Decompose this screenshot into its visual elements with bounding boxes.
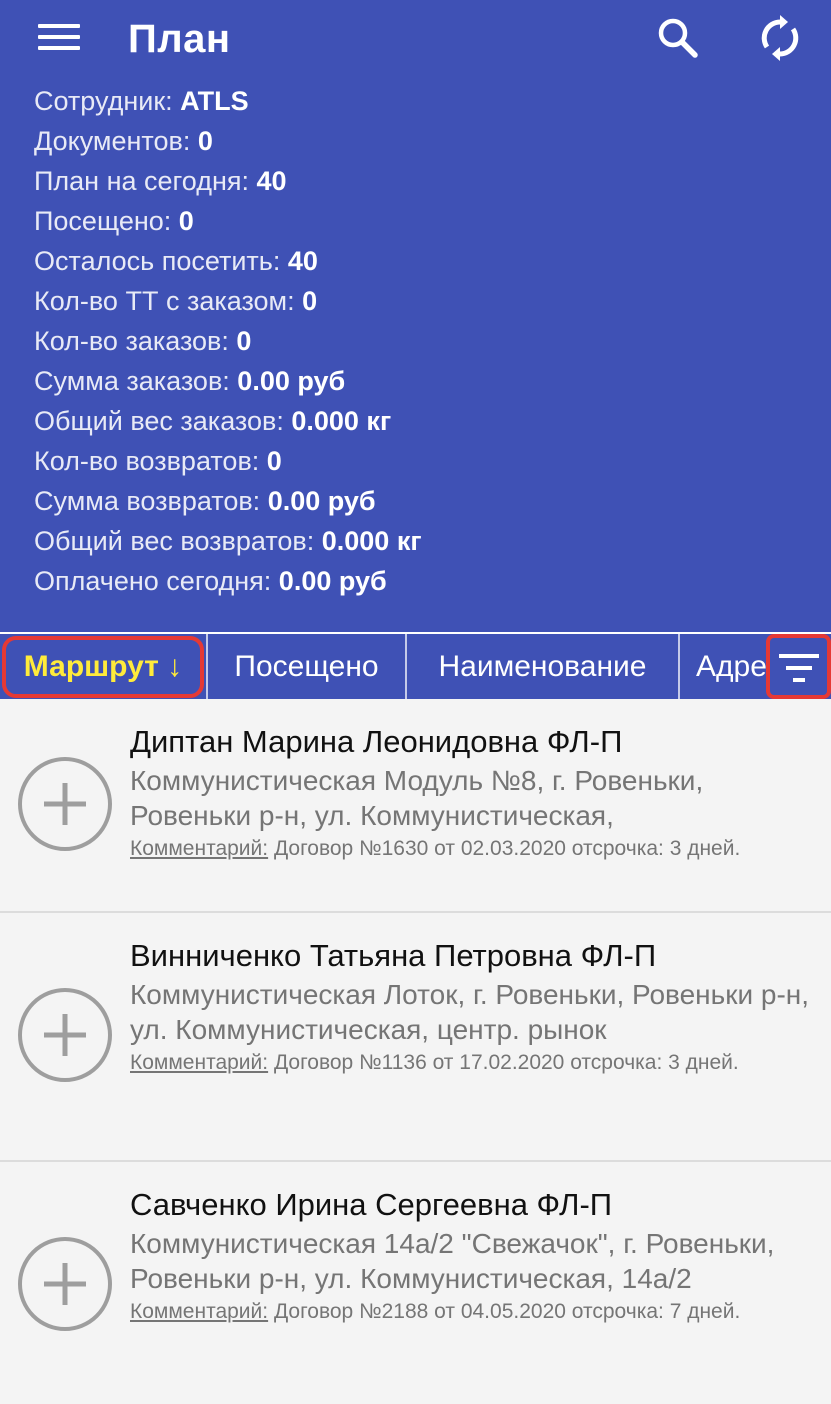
list-item-address: Коммунистическая Модуль №8, г. Ровеньки,…: [130, 765, 704, 831]
search-icon[interactable]: [654, 14, 702, 62]
page-title: План: [128, 17, 231, 61]
stat-documents: Документов: 0: [34, 126, 213, 156]
list-item-text: Винниченко Татьяна Петровна ФЛ-П Коммуни…: [130, 937, 810, 1076]
sync-icon[interactable]: [756, 14, 804, 62]
tab-address[interactable]: Адрес: [680, 634, 770, 699]
list-item-address: Коммунистическая 14а/2 "Свежачок", г. Ро…: [130, 1228, 775, 1294]
list-item[interactable]: Винниченко Татьяна Петровна ФЛ-П Коммуни…: [0, 913, 831, 1162]
stat-order-sum: Сумма заказов: 0.00 руб: [34, 366, 346, 396]
menu-icon[interactable]: [38, 22, 80, 52]
list-item-name: Диптан Марина Леонидовна ФЛ-П: [130, 724, 623, 759]
stat-order-weight: Общий вес заказов: 0.000 кг: [34, 406, 392, 436]
list-item-comment: Комментарий: Договор №1136 от 17.02.2020…: [130, 1049, 810, 1076]
comment-text: Договор №2188 от 04.05.2020 отсрочка: 7 …: [268, 1300, 741, 1323]
list-item-comment: Комментарий: Договор №1630 от 02.03.2020…: [130, 835, 810, 862]
list-item-text: Диптан Марина Леонидовна ФЛ-П Коммунисти…: [130, 723, 810, 862]
stat-return-count: Кол-во возвратов: 0: [34, 446, 282, 476]
stat-employee: Сотрудник: ATLS: [34, 86, 249, 116]
stat-return-weight: Общий вес возвратов: 0.000 кг: [34, 526, 422, 556]
stat-visited: Посещено: 0: [34, 206, 194, 236]
list-item-text: Савченко Ирина Сергеевна ФЛ-П Коммунисти…: [130, 1186, 810, 1325]
list-item-comment: Комментарий: Договор №2188 от 04.05.2020…: [130, 1298, 810, 1325]
tab-visited[interactable]: Посещено: [208, 634, 407, 699]
stat-remaining: Осталось посетить: 40: [34, 246, 318, 276]
add-icon[interactable]: [18, 988, 112, 1082]
comment-label: Комментарий:: [130, 837, 269, 860]
header-panel: План Сотрудник: ATLS Документов: 0 План …: [0, 0, 831, 632]
list-item-address: Коммунистическая Лоток, г. Ровеньки, Ров…: [130, 979, 810, 1045]
comment-text: Договор №1136 от 17.02.2020 отсрочка: 3 …: [268, 1051, 739, 1074]
stat-paid-today: Оплачено сегодня: 0.00 руб: [34, 566, 387, 596]
app-bar: План: [0, 0, 831, 80]
outlet-list[interactable]: Диптан Марина Леонидовна ФЛ-П Коммунисти…: [0, 699, 831, 1404]
tab-name[interactable]: Наименование: [407, 634, 680, 699]
comment-label: Комментарий:: [130, 1300, 269, 1323]
sort-tabs: Маршрут ↓ Посещено Наименование Адрес: [0, 632, 831, 699]
tab-route[interactable]: Маршрут ↓: [0, 634, 208, 699]
add-icon[interactable]: [18, 1237, 112, 1331]
summary-stats: Сотрудник: ATLS Документов: 0 План на се…: [34, 81, 814, 601]
list-item-name: Винниченко Татьяна Петровна ФЛ-П: [130, 938, 657, 973]
stat-order-count: Кол-во заказов: 0: [34, 326, 252, 356]
comment-text: Договор №1630 от 02.03.2020 отсрочка: 3 …: [268, 837, 741, 860]
filter-icon[interactable]: [766, 634, 831, 699]
list-item-name: Савченко Ирина Сергеевна ФЛ-П: [130, 1187, 613, 1222]
stat-return-sum: Сумма возвратов: 0.00 руб: [34, 486, 376, 516]
add-icon[interactable]: [18, 757, 112, 851]
list-item[interactable]: Савченко Ирина Сергеевна ФЛ-П Коммунисти…: [0, 1162, 831, 1404]
stat-outlets-with-order: Кол-во ТТ с заказом: 0: [34, 286, 318, 316]
list-item[interactable]: Диптан Марина Леонидовна ФЛ-П Коммунисти…: [0, 699, 831, 913]
stat-plan-today: План на сегодня: 40: [34, 166, 287, 196]
comment-label: Комментарий:: [130, 1051, 269, 1074]
